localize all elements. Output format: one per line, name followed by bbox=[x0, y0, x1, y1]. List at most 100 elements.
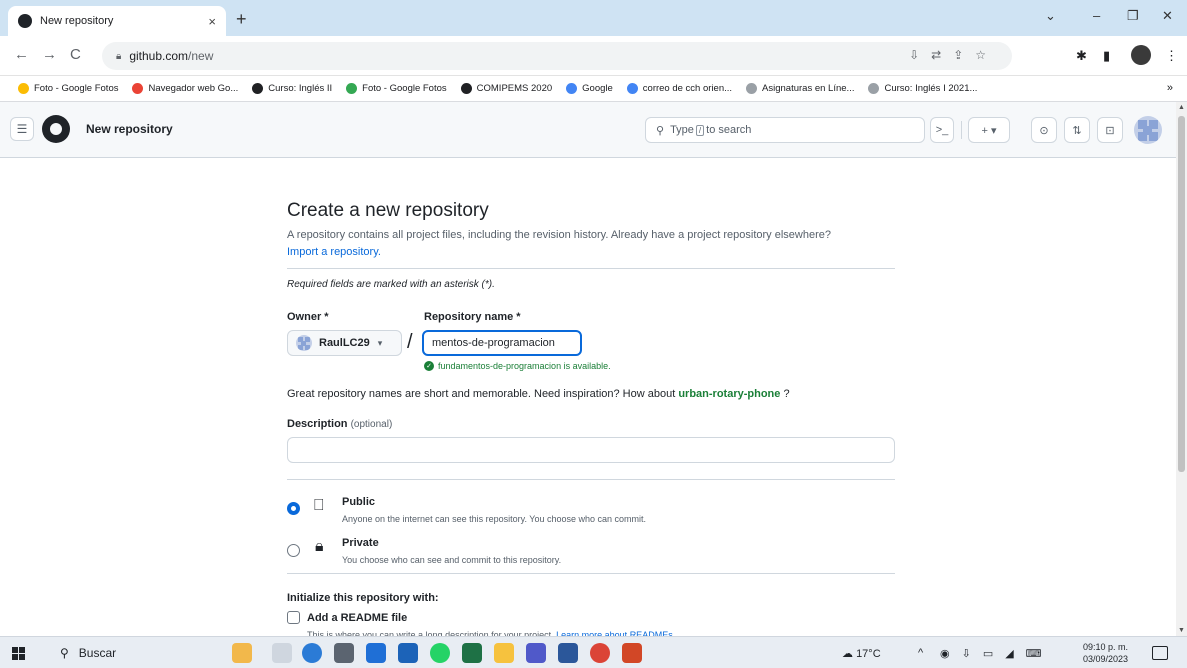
name-suggestion-text: Great repository names are short and mem… bbox=[287, 388, 790, 400]
chrome-app-icon[interactable] bbox=[590, 643, 610, 663]
bookmark-item[interactable]: Navegador web Go... bbox=[132, 83, 238, 94]
bookmark-label: Foto - Google Fotos bbox=[362, 83, 447, 94]
required-fields-note: Required fields are marked with an aster… bbox=[287, 279, 495, 290]
back-icon[interactable]: ← bbox=[14, 46, 29, 63]
owner-repo-separator: / bbox=[407, 331, 413, 353]
weather-widget[interactable]: ☁ 17°C bbox=[842, 647, 881, 660]
repository-name-label: Repository name * bbox=[424, 311, 521, 323]
bookmarks-bar: Foto - Google Fotos Navegador web Go... Cu… bbox=[0, 76, 1187, 102]
minimize-icon[interactable]: – bbox=[1093, 8, 1100, 23]
excel-app-icon[interactable] bbox=[462, 643, 482, 663]
bookmark-item[interactable]: Asignaturas en Líne... bbox=[746, 83, 854, 94]
bookmark-item[interactable]: correo de cch orien... bbox=[626, 83, 733, 94]
header-context-title[interactable]: New repository bbox=[86, 122, 173, 136]
chrome-menu-icon[interactable]: ⋮ bbox=[1165, 48, 1178, 64]
page-subtitle: A repository contains all project files,… bbox=[287, 229, 831, 241]
bookmark-item[interactable]: Google bbox=[566, 83, 613, 94]
page-scrollbar[interactable]: ▲ ▼ bbox=[1176, 102, 1187, 636]
extensions-icon[interactable]: ✱ bbox=[1076, 48, 1087, 64]
store-app-icon[interactable] bbox=[366, 643, 386, 663]
omnibox-action-icons[interactable]: ⇩⇄⇪☆ bbox=[909, 48, 998, 62]
bookmark-item[interactable]: COMIPEMS 2020 bbox=[460, 83, 553, 94]
address-bar[interactable]: 🔒︎ github.com/new ⇩⇄⇪☆ bbox=[102, 42, 1012, 70]
public-title: Public bbox=[342, 496, 376, 508]
repository-name-input[interactable] bbox=[422, 330, 582, 356]
teams-app-icon[interactable] bbox=[526, 643, 546, 663]
user-avatar[interactable] bbox=[1134, 116, 1162, 144]
scroll-down-icon[interactable]: ▼ bbox=[1178, 627, 1185, 634]
owner-dropdown[interactable]: RaulLC29 ▾ bbox=[287, 330, 402, 356]
word-app-icon[interactable] bbox=[558, 643, 578, 663]
bookmark-item[interactable]: Foto - Google Fotos bbox=[18, 83, 118, 94]
bookmark-label: Curso: Inglés I 2021... bbox=[884, 83, 978, 94]
windows-start-icon[interactable] bbox=[12, 647, 25, 660]
suggested-name-link[interactable]: urban-rotary-phone bbox=[678, 388, 780, 400]
taskbar-clock[interactable]: 09:10 p. m. 03/09/2023 bbox=[1083, 641, 1128, 665]
bookmark-item[interactable]: Foto - Google Fotos bbox=[346, 83, 447, 94]
temperature-text: 17°C bbox=[856, 648, 881, 660]
bookmark-label: correo de cch orien... bbox=[642, 83, 733, 94]
widgets-icon[interactable] bbox=[232, 643, 252, 663]
private-title: Private bbox=[342, 537, 379, 549]
search-input[interactable]: ⚲ Type / to search bbox=[645, 117, 925, 143]
inbox-icon[interactable]: ⊡ bbox=[1097, 117, 1123, 143]
browser-tab[interactable]: New repository × bbox=[8, 6, 226, 36]
taskbar-search-label: Buscar bbox=[78, 646, 117, 660]
whatsapp-app-icon[interactable] bbox=[430, 643, 450, 663]
private-radio[interactable] bbox=[287, 544, 300, 557]
side-panel-icon[interactable]: ▮ bbox=[1103, 48, 1110, 64]
maximize-icon[interactable]: ❐ bbox=[1127, 8, 1139, 24]
hamburger-menu-icon[interactable]: ☰ bbox=[10, 117, 34, 141]
import-repository-link[interactable]: Import a repository. bbox=[287, 246, 381, 258]
bookmark-favicon-icon bbox=[252, 83, 264, 94]
search-placeholder-post: to search bbox=[706, 124, 752, 136]
add-readme-label[interactable]: Add a README file bbox=[307, 612, 407, 624]
github-logo-icon[interactable] bbox=[42, 115, 70, 143]
clock-time: 09:10 p. m. bbox=[1083, 642, 1129, 652]
tray-icons[interactable]: ◉⇩▭◢⌨ bbox=[940, 647, 1054, 660]
new-tab-button[interactable]: + bbox=[236, 9, 247, 30]
description-optional: (optional) bbox=[350, 419, 393, 430]
notification-icon[interactable] bbox=[1152, 646, 1168, 660]
scrollbar-thumb[interactable] bbox=[1178, 116, 1185, 472]
mail-app-icon[interactable] bbox=[398, 643, 418, 663]
add-readme-checkbox[interactable] bbox=[287, 611, 300, 624]
bookmark-item[interactable]: Curso: Inglés I 2021... bbox=[868, 83, 977, 94]
reload-icon[interactable]: C bbox=[70, 46, 81, 63]
tab-close-icon[interactable]: × bbox=[208, 14, 216, 29]
edge-app-icon[interactable] bbox=[302, 643, 322, 663]
description-input[interactable] bbox=[287, 437, 895, 463]
bookmark-label: COMIPEMS 2020 bbox=[476, 83, 553, 94]
window-close-icon[interactable]: ✕ bbox=[1162, 8, 1173, 24]
bookmark-favicon-icon bbox=[18, 83, 29, 94]
header-divider bbox=[961, 121, 962, 139]
owner-value: RaulLC29 bbox=[319, 337, 370, 349]
url-text: github.com/new bbox=[129, 49, 214, 63]
bookmark-favicon-icon bbox=[626, 83, 638, 94]
bookmark-favicon-icon bbox=[346, 83, 358, 94]
divider bbox=[287, 479, 895, 480]
issues-icon[interactable]: ⊙ bbox=[1031, 117, 1057, 143]
initialize-title: Initialize this repository with: bbox=[287, 592, 439, 604]
pull-requests-icon[interactable]: ⇅ bbox=[1064, 117, 1090, 143]
settings-app-icon[interactable] bbox=[334, 643, 354, 663]
create-new-dropdown-button[interactable]: + ▾ bbox=[968, 117, 1010, 143]
lock-icon: 🔒︎ bbox=[315, 538, 324, 555]
public-radio[interactable] bbox=[287, 502, 300, 515]
taskbar-search[interactable]: ⚲ Buscar bbox=[60, 646, 116, 660]
bookmark-item[interactable]: Curso: Inglés II bbox=[252, 83, 332, 94]
tray-overflow-icon[interactable]: ^ bbox=[918, 647, 923, 659]
github-favicon-icon bbox=[18, 14, 32, 28]
tab-search-chevron-icon[interactable]: ⌄ bbox=[1045, 8, 1056, 24]
description-label-text: Description bbox=[287, 418, 348, 430]
forward-icon[interactable]: → bbox=[42, 46, 57, 63]
file-explorer-icon[interactable] bbox=[494, 643, 514, 663]
bookmark-label: Curso: Inglés II bbox=[268, 83, 333, 94]
scroll-up-icon[interactable]: ▲ bbox=[1178, 104, 1185, 111]
bookmarks-overflow-button[interactable]: » bbox=[1167, 82, 1173, 94]
powerpoint-app-icon[interactable] bbox=[622, 643, 642, 663]
task-view-icon[interactable] bbox=[272, 643, 292, 663]
command-palette-icon[interactable]: >_ bbox=[930, 117, 954, 143]
chrome-profile-avatar[interactable] bbox=[1131, 45, 1151, 65]
check-circle-icon: ✓ bbox=[424, 361, 434, 371]
